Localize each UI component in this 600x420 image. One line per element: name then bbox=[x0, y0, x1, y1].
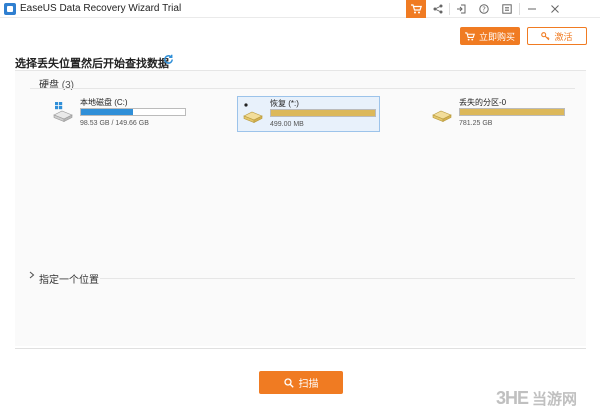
scan-button[interactable]: 扫描 bbox=[259, 371, 343, 394]
buy-now-button[interactable]: 立即购买 bbox=[460, 27, 520, 45]
cart-icon[interactable] bbox=[406, 0, 426, 18]
page-title: 选择丢失位置然后开始查找数据 bbox=[15, 58, 169, 70]
title-bar: EaseUS Data Recovery Wizard Trial ? bbox=[0, 0, 600, 18]
watermark: 3HE 当游网 bbox=[496, 380, 596, 416]
svg-text:?: ? bbox=[482, 6, 486, 14]
chevron-right-icon[interactable] bbox=[29, 271, 35, 282]
titlebar-divider bbox=[449, 3, 450, 15]
scan-label: 扫描 bbox=[298, 379, 319, 390]
hard-drive-icon bbox=[432, 110, 452, 122]
drive-usage-bar bbox=[459, 108, 565, 116]
drive-item-recovery[interactable]: 恢复 (*:) 499.00 MB bbox=[237, 96, 380, 132]
drive-item-c[interactable]: 本地磁盘 (C:) 98.53 GB / 149.66 GB bbox=[52, 96, 192, 132]
search-icon bbox=[283, 377, 294, 388]
drive-name: 本地磁盘 (C:) bbox=[80, 98, 128, 107]
hdd-section-count: (3) bbox=[61, 80, 75, 91]
help-icon[interactable]: ? bbox=[474, 0, 494, 18]
footer-divider bbox=[15, 348, 586, 349]
close-icon[interactable] bbox=[545, 0, 565, 18]
easeus-logo-icon bbox=[4, 3, 16, 15]
drive-usage-bar bbox=[270, 109, 376, 117]
titlebar-divider bbox=[519, 3, 520, 15]
drive-usage-bar bbox=[80, 108, 186, 116]
drive-size: 98.53 GB / 149.66 GB bbox=[80, 120, 149, 127]
hard-drive-icon bbox=[243, 103, 263, 123]
drive-size: 499.00 MB bbox=[270, 121, 304, 128]
drive-name: 恢复 (*:) bbox=[270, 99, 299, 108]
hard-drive-icon bbox=[53, 102, 73, 122]
activate-label: 激活 bbox=[554, 31, 573, 42]
key-icon bbox=[541, 31, 550, 40]
app-title: EaseUS Data Recovery Wizard Trial bbox=[20, 3, 182, 14]
cart-icon bbox=[465, 31, 475, 41]
watermark-text: 当游网 bbox=[532, 390, 578, 408]
drive-usage-fill bbox=[460, 109, 564, 115]
hdd-section-label: 硬盘 bbox=[39, 80, 59, 91]
section-divider bbox=[100, 278, 575, 279]
watermark-logo: 3HE bbox=[496, 387, 529, 408]
drive-name: 丢失的分区-0 bbox=[459, 98, 507, 107]
section-divider bbox=[30, 88, 575, 89]
drive-usage-fill bbox=[271, 110, 375, 116]
drive-size: 781.25 GB bbox=[459, 120, 493, 127]
menu-icon[interactable] bbox=[497, 0, 517, 18]
activate-button[interactable]: 激活 bbox=[527, 27, 587, 45]
login-icon[interactable] bbox=[451, 0, 471, 18]
buy-now-label: 立即购买 bbox=[478, 31, 515, 42]
refresh-icon[interactable] bbox=[163, 54, 174, 68]
minimize-icon[interactable] bbox=[522, 0, 542, 18]
drive-item-lost-partition[interactable]: 丢失的分区-0 781.25 GB bbox=[431, 96, 571, 132]
drive-usage-fill bbox=[81, 109, 133, 115]
specify-location-toggle[interactable]: 指定一个位置 bbox=[39, 271, 99, 286]
share-icon[interactable] bbox=[428, 0, 448, 18]
